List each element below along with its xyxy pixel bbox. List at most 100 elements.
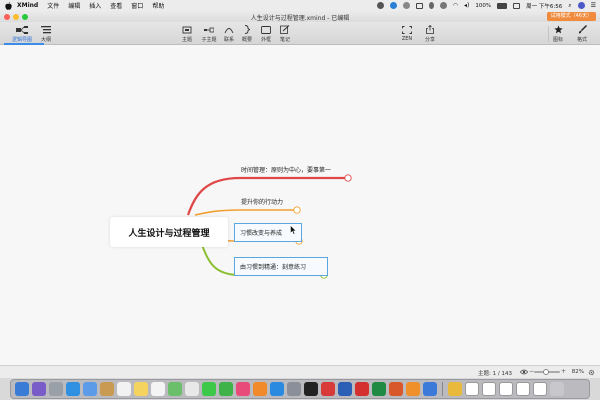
notification-center-icon[interactable]: ☰ [591, 2, 596, 9]
zen-mode-button[interactable]: ZEN [395, 25, 419, 42]
zen-label: ZEN [401, 36, 413, 42]
zen-icon [401, 25, 413, 34]
preferences-icon[interactable] [287, 382, 301, 396]
menu-view[interactable]: 查看 [110, 1, 122, 10]
menu-insert[interactable]: 插入 [89, 1, 101, 10]
menu-bar: XMind 文件 编辑 插入 查看 窗口 帮助 ◠ ◂) 100% 周一 下午6… [0, 0, 600, 11]
ibooks-icon[interactable] [253, 382, 267, 396]
xmind-dock-icon[interactable] [321, 382, 335, 396]
star-icon [552, 25, 564, 34]
topic-improve-action[interactable]: 提升你的行动力 [241, 197, 283, 206]
share-label: 分享 [424, 37, 435, 43]
doc-thumb-icon[interactable] [482, 382, 496, 396]
chrome-icon[interactable] [448, 382, 462, 396]
word-icon[interactable] [338, 382, 352, 396]
topic-time-management[interactable]: 时间管理：原则为中心，要事第一 [241, 165, 331, 174]
keynote-icon[interactable] [423, 382, 437, 396]
notes-button[interactable]: 笔记 [273, 25, 297, 43]
excel-icon[interactable] [372, 382, 386, 396]
search-icon[interactable]: ⌕ [568, 2, 571, 10]
clock-text[interactable]: 周一 下午6:56 [526, 2, 562, 10]
topic-deliberate-practice[interactable]: 由习惯到精通：刻意练习 [234, 257, 328, 276]
central-topic[interactable]: 人生设计与过程管理 [110, 217, 228, 247]
menu-bar-tray: ◠ ◂) 100% 周一 下午6:56 ⌕ ☰ [376, 0, 596, 11]
siri-icon[interactable] [577, 2, 585, 9]
tray-app-icon[interactable] [376, 2, 384, 9]
finder-icon[interactable] [15, 382, 29, 396]
reminders-icon[interactable] [151, 382, 165, 396]
menu-app-name[interactable]: XMind [17, 2, 38, 9]
insert-subtopic-label: 子主题 [201, 37, 217, 43]
tab-mindmap-label: 逻辑导图 [11, 37, 32, 43]
dock-separator [442, 382, 443, 396]
bluetooth-icon[interactable] [428, 2, 434, 9]
apple-icon[interactable] [4, 1, 12, 10]
dock [10, 379, 590, 399]
menu-window[interactable]: 窗口 [131, 1, 143, 10]
facetime-icon[interactable] [219, 382, 233, 396]
mail-icon[interactable] [83, 382, 97, 396]
share-button[interactable]: 分享 [418, 25, 442, 43]
zoom-in-icon[interactable]: + [561, 368, 566, 375]
tray-app-icon[interactable] [402, 2, 410, 9]
trial-mode-button[interactable]: 试用模式（46天） [546, 12, 596, 21]
topic-icon [181, 25, 193, 34]
branch-connector [194, 209, 297, 216]
toolbar: 逻辑导图 大纲 主题 子主题 联系 概要 外框 笔记 ZEN 分享 图标 格式 [0, 22, 600, 45]
tab-outline[interactable]: 大纲 [34, 25, 58, 43]
messages-icon[interactable] [202, 382, 216, 396]
calendar-icon[interactable] [117, 382, 131, 396]
battery-icon[interactable] [497, 2, 508, 9]
pdf-icon[interactable] [355, 382, 369, 396]
share-icon [424, 25, 436, 34]
icons-panel-label: 图标 [552, 37, 563, 43]
zoom-slider-handle[interactable] [543, 369, 549, 375]
itunes-icon[interactable] [236, 382, 250, 396]
icons-panel-button[interactable]: 图标 [546, 25, 570, 43]
ppt-icon[interactable] [389, 382, 403, 396]
safari-icon[interactable] [66, 382, 80, 396]
contacts-icon[interactable] [100, 382, 114, 396]
appstore-icon[interactable] [270, 382, 284, 396]
collapse-handle[interactable] [293, 206, 301, 214]
pages-icon[interactable] [406, 382, 420, 396]
doc-thumb-icon[interactable] [499, 382, 513, 396]
settings-icon[interactable] [588, 369, 595, 376]
mindmap-icon [16, 25, 28, 34]
insert-topic-button[interactable]: 主题 [175, 25, 199, 43]
battery-text: 100% [475, 2, 492, 9]
boundary-icon [260, 25, 272, 34]
maps-icon[interactable] [168, 382, 182, 396]
zoom-level: 82% [571, 369, 584, 375]
input-source-icon[interactable] [513, 2, 521, 9]
wifi-icon[interactable]: ◠ [453, 2, 458, 9]
brush-icon [576, 25, 588, 34]
boundary-label: 外框 [260, 37, 271, 43]
menu-file[interactable]: 文件 [47, 1, 59, 10]
format-panel-button[interactable]: 格式 [570, 25, 594, 43]
doc-thumb-icon[interactable] [516, 382, 530, 396]
photos-icon[interactable] [185, 382, 199, 396]
collapse-handle[interactable] [344, 174, 352, 182]
tray-window-icon[interactable] [415, 2, 423, 9]
mouse-cursor-icon [290, 225, 297, 235]
relationship-label: 联系 [223, 37, 234, 43]
tab-mindmap[interactable]: 逻辑导图 [10, 25, 34, 43]
doc-thumb-icon[interactable] [533, 382, 547, 396]
launchpad-icon[interactable] [49, 382, 63, 396]
siri-icon[interactable] [32, 382, 46, 396]
notes-app-icon[interactable] [134, 382, 148, 396]
terminal-icon[interactable] [304, 382, 318, 396]
doc-thumb-icon[interactable] [465, 382, 479, 396]
eye-icon[interactable] [520, 369, 528, 375]
volume-icon[interactable]: ◂) [464, 2, 469, 9]
menu-edit[interactable]: 编辑 [68, 1, 80, 10]
outline-icon [40, 25, 52, 34]
relationship-icon [223, 25, 235, 34]
tray-app-icon[interactable] [389, 2, 397, 9]
notes-label: 笔记 [279, 37, 290, 43]
trash-icon[interactable] [550, 382, 564, 396]
time-machine-icon[interactable] [439, 2, 447, 9]
mindmap-canvas[interactable]: 人生设计与过程管理 时间管理：原则为中心，要事第一 提升你的行动力 习惯改变与养… [0, 45, 600, 365]
menu-help[interactable]: 帮助 [152, 1, 164, 10]
